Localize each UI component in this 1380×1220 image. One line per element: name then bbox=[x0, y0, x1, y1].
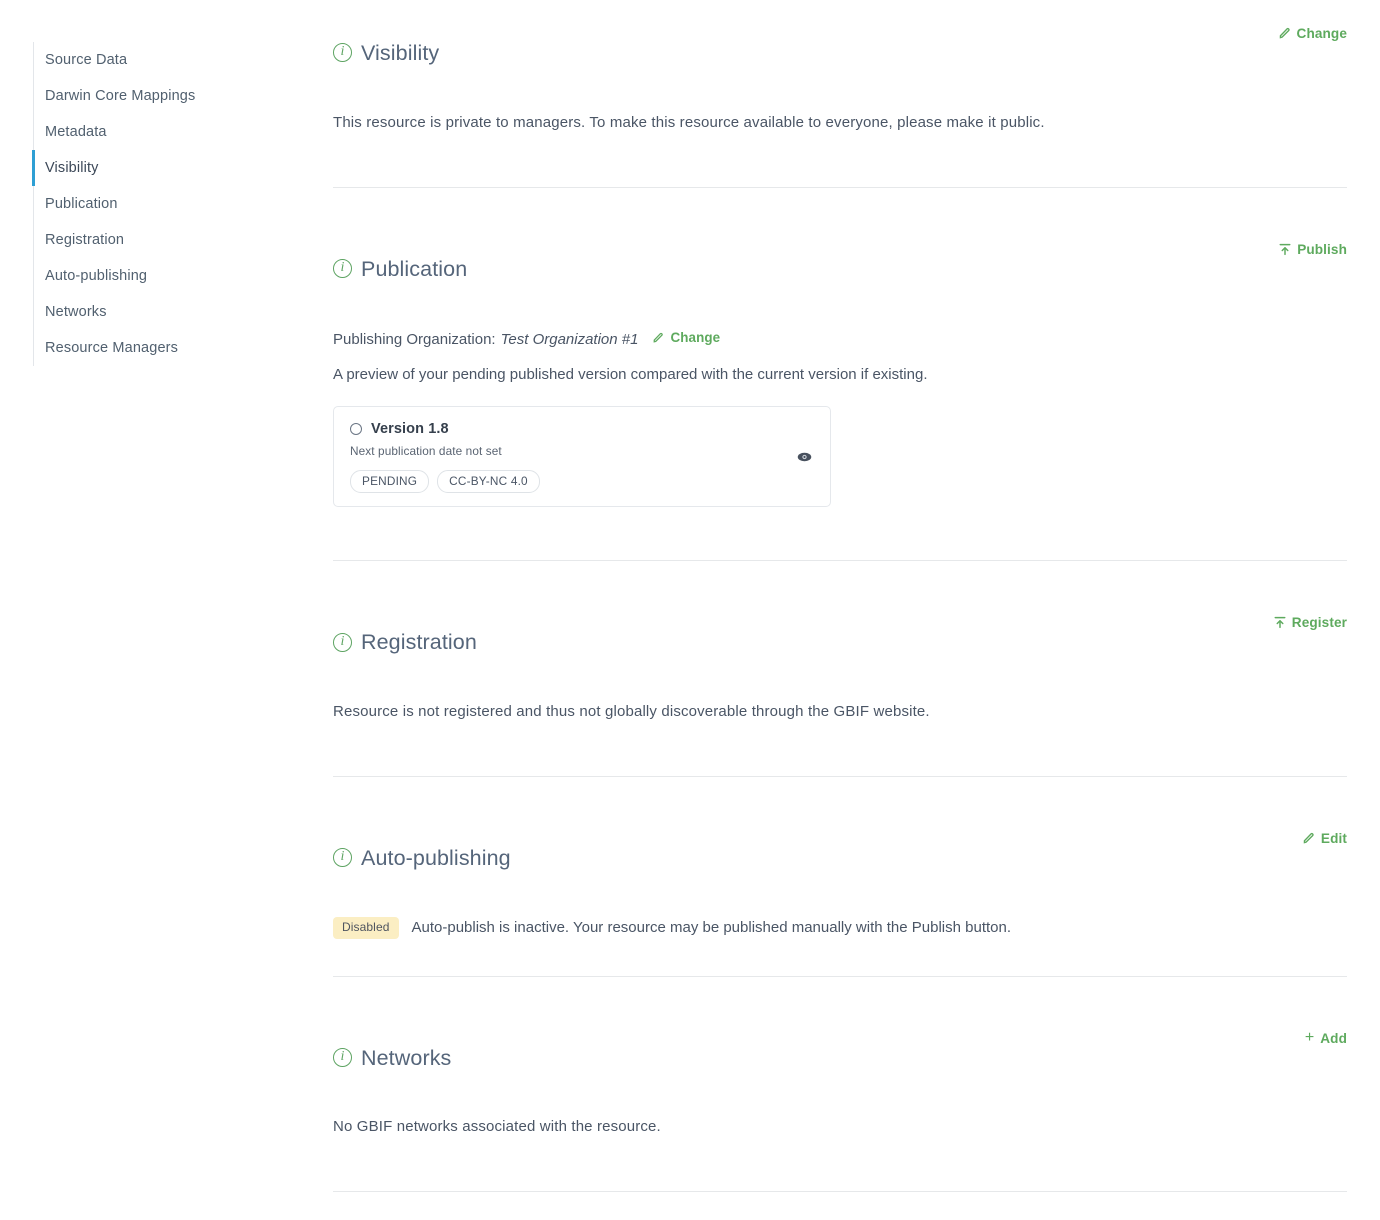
section-title: Registration bbox=[361, 630, 477, 655]
sidebar-item-label: Darwin Core Mappings bbox=[45, 88, 196, 104]
sidebar-item-label: Registration bbox=[45, 232, 125, 248]
section-header: i Networks + Add bbox=[333, 1027, 1347, 1089]
section-title: Auto-publishing bbox=[361, 845, 511, 870]
divider bbox=[333, 1191, 1347, 1193]
auto-publishing-status-row: Disabled Auto-publish is inactive. Your … bbox=[333, 916, 1347, 939]
sidebar-item-label: Auto-publishing bbox=[45, 268, 148, 284]
sidebar-item-label: Source Data bbox=[45, 52, 128, 68]
page-title: Visibility bbox=[361, 40, 440, 65]
info-circle-icon: i bbox=[333, 1048, 352, 1068]
action-label: Register bbox=[1291, 615, 1347, 631]
version-subtitle: Next publication date not set bbox=[350, 444, 502, 459]
sidebar-list: Source Data Darwin Core Mappings Metadat… bbox=[32, 42, 300, 366]
section-header: i Registration Register bbox=[333, 611, 1347, 673]
version-card-header: Version 1.8 bbox=[350, 421, 814, 437]
sidebar-item-source-data[interactable]: Source Data bbox=[34, 42, 300, 78]
action-label: Edit bbox=[1320, 831, 1347, 847]
sidebar-item-label: Metadata bbox=[45, 124, 107, 140]
register-button[interactable]: Register bbox=[1274, 611, 1347, 630]
sidebar-item-networks[interactable]: Networks bbox=[34, 294, 300, 330]
status-badge: Disabled bbox=[333, 916, 399, 939]
publishing-organization-value: Test Organization #1 bbox=[500, 331, 639, 349]
sidebar-item-label: Visibility bbox=[45, 160, 99, 176]
divider bbox=[333, 975, 1347, 977]
sidebar-item-registration[interactable]: Registration bbox=[34, 222, 300, 258]
add-network-button[interactable]: + Add bbox=[1305, 1027, 1347, 1047]
divider bbox=[333, 186, 1347, 188]
upload-icon bbox=[1279, 243, 1291, 256]
registration-description: Resource is not registered and thus not … bbox=[333, 703, 930, 721]
auto-publishing-description: Auto-publish is inactive. Your resource … bbox=[411, 918, 1012, 936]
sidebar-item-label: Networks bbox=[45, 304, 107, 320]
sidebar-nav: Source Data Darwin Core Mappings Metadat… bbox=[0, 0, 300, 382]
divider bbox=[333, 776, 1347, 778]
sidebar-item-auto-publishing[interactable]: Auto-publishing bbox=[34, 258, 300, 294]
info-circle-icon: i bbox=[333, 43, 352, 63]
section-title-wrap: i Registration bbox=[333, 611, 477, 673]
upload-icon bbox=[1274, 616, 1286, 629]
pencil-icon bbox=[1302, 832, 1315, 845]
action-label: Publish bbox=[1297, 241, 1347, 257]
publication-preview-description: A preview of your pending published vers… bbox=[333, 366, 928, 384]
section-registration: i Registration Register Resource is not … bbox=[333, 611, 1347, 778]
change-organization-button[interactable]: Change bbox=[652, 327, 720, 349]
info-circle-icon: i bbox=[333, 848, 352, 868]
plus-icon: + bbox=[1304, 1029, 1315, 1047]
publishing-organization-label: Publishing Organization: bbox=[333, 331, 496, 349]
sidebar-item-visibility[interactable]: Visibility bbox=[32, 150, 300, 186]
sidebar-item-darwin-core-mappings[interactable]: Darwin Core Mappings bbox=[34, 78, 300, 114]
resource-overview-page: Source Data Darwin Core Mappings Metadat… bbox=[0, 0, 1380, 1220]
publishing-organization-row: Publishing Organization: Test Organizati… bbox=[333, 327, 1347, 351]
main-content: i Visibility Change This resource is pri… bbox=[333, 0, 1347, 1220]
action-label: Change bbox=[1296, 26, 1347, 41]
divider bbox=[333, 560, 1347, 562]
section-title-wrap: i Publication bbox=[333, 238, 467, 300]
action-label: Add bbox=[1320, 1031, 1347, 1047]
section-header: i Auto-publishing Edit bbox=[333, 827, 1347, 889]
section-title-wrap: i Auto-publishing bbox=[333, 827, 511, 889]
section-title-wrap: i Networks bbox=[333, 1027, 451, 1089]
section-publication: i Publication Publish Publishing Organiz… bbox=[333, 238, 1347, 562]
section-auto-publishing: i Auto-publishing Edit Disabled Auto-pub… bbox=[333, 827, 1347, 977]
section-header: i Visibility Change bbox=[333, 22, 1347, 84]
sidebar-item-label: Publication bbox=[45, 196, 118, 212]
publish-button[interactable]: Publish bbox=[1279, 238, 1347, 257]
visibility-description: This resource is private to managers. To… bbox=[333, 113, 1045, 131]
version-chips: PENDING CC-BY-NC 4.0 bbox=[350, 470, 814, 494]
version-radio[interactable] bbox=[350, 423, 362, 436]
info-circle-icon: i bbox=[333, 259, 352, 279]
pencil-icon bbox=[652, 332, 664, 344]
status-badge: PENDING bbox=[350, 470, 430, 494]
sidebar-item-label: Resource Managers bbox=[45, 340, 179, 356]
version-title: Version 1.8 bbox=[371, 421, 449, 438]
section-title: Networks bbox=[361, 1045, 452, 1070]
version-card[interactable]: Version 1.8 Next publication date not se… bbox=[333, 406, 831, 508]
networks-description: No GBIF networks associated with the res… bbox=[333, 1118, 661, 1136]
pencil-icon bbox=[1278, 27, 1291, 40]
eye-icon[interactable] bbox=[797, 451, 812, 462]
sidebar-item-metadata[interactable]: Metadata bbox=[34, 114, 300, 150]
section-title-wrap: i Visibility bbox=[333, 22, 439, 84]
sidebar-item-resource-managers[interactable]: Resource Managers bbox=[34, 330, 300, 366]
sidebar-item-publication[interactable]: Publication bbox=[34, 186, 300, 222]
section-networks: i Networks + Add No GBIF networks associ… bbox=[333, 1027, 1347, 1193]
action-label: Change bbox=[670, 330, 721, 346]
change-visibility-button[interactable]: Change bbox=[1278, 22, 1347, 41]
section-visibility: i Visibility Change This resource is pri… bbox=[333, 22, 1347, 188]
section-header: i Publication Publish bbox=[333, 238, 1347, 300]
edit-auto-publishing-button[interactable]: Edit bbox=[1302, 827, 1347, 846]
info-circle-icon: i bbox=[333, 632, 352, 652]
section-title: Publication bbox=[361, 256, 468, 281]
license-badge: CC-BY-NC 4.0 bbox=[437, 470, 540, 494]
